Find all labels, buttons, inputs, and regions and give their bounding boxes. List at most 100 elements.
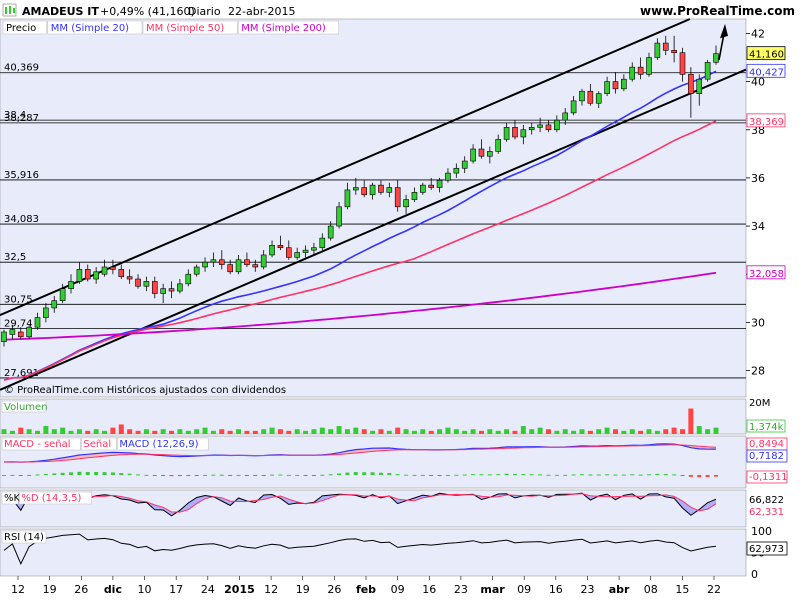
chart-canvas[interactable]: AMADEUS IT +0,49% (41,160) Diario 22-abr… — [0, 0, 800, 600]
rsi-legend-item: RSI (14) — [4, 532, 44, 543]
candle — [185, 273, 192, 285]
volume-bar — [210, 430, 216, 434]
legend-item-0: Precio — [6, 23, 36, 34]
macd-histogram-bar — [395, 474, 400, 476]
volume-bar — [487, 429, 493, 434]
macd-histogram-bar — [52, 473, 57, 475]
volume-bar — [43, 426, 49, 434]
macd-histogram-bar — [663, 474, 668, 476]
volume-bar — [60, 427, 66, 434]
macd-histogram-bar — [303, 475, 308, 476]
stochastic-legend-item: %K — [4, 493, 21, 504]
volume-bar — [671, 427, 677, 434]
horizontal-level-label: 40,369 — [4, 63, 39, 74]
macd-histogram-bar — [286, 474, 291, 476]
price-axis-tick-label: 28 — [751, 365, 765, 378]
macd-histogram-bar — [479, 474, 484, 476]
volume-bar — [688, 408, 694, 434]
stochastic-badge-label: 62,331 — [749, 507, 784, 518]
volume-bar — [85, 430, 91, 434]
candle — [168, 288, 175, 292]
volume-bar — [294, 429, 300, 434]
candle — [386, 187, 393, 193]
volume-bar — [512, 430, 518, 434]
candle — [235, 259, 242, 273]
candle — [445, 172, 451, 181]
macd-histogram-bar — [596, 474, 601, 476]
candle — [43, 307, 49, 318]
macd-histogram-bar — [43, 473, 48, 475]
candle — [662, 42, 669, 51]
macd-histogram-bar — [529, 474, 534, 476]
macd-histogram-bar — [236, 474, 241, 476]
horizontal-level-label: 38,287 — [4, 113, 39, 124]
stochastic-badge-label: 66,822 — [749, 495, 784, 506]
volume-bar — [110, 427, 116, 434]
volume-bar — [328, 429, 334, 434]
macd-histogram-bar — [270, 474, 275, 476]
macd-histogram-bar — [714, 475, 718, 477]
candle — [143, 281, 150, 287]
volume-bar — [252, 430, 258, 434]
chart-date: 22-abr-2015 — [228, 5, 295, 18]
volume-bar — [453, 429, 459, 434]
volume-bar — [353, 427, 359, 434]
candle — [595, 93, 602, 104]
volume-bar — [386, 430, 392, 434]
rsi-panel[interactable] — [0, 528, 747, 577]
macd-histogram-bar — [219, 474, 224, 476]
macd-histogram-bar — [27, 474, 32, 476]
volume-bar — [663, 429, 669, 434]
candle — [671, 49, 677, 54]
price-change: +0,49% (41,160) — [100, 5, 195, 18]
candle — [135, 278, 141, 287]
macd-histogram-bar — [437, 475, 442, 476]
candle — [294, 252, 300, 258]
rsi-axis-tick-label: 100 — [751, 525, 772, 538]
volume-bar — [529, 429, 535, 434]
volume-bar — [378, 429, 384, 434]
candle — [453, 167, 460, 174]
x-axis-tick-label: 26 — [327, 583, 341, 596]
macd-histogram-bar — [621, 474, 626, 476]
volume-bar — [202, 427, 208, 434]
macd-histogram-bar — [94, 472, 99, 475]
candle — [210, 259, 217, 263]
candle — [68, 281, 74, 289]
volume-bar — [319, 427, 325, 434]
macd-histogram-bar — [35, 474, 40, 476]
horizontal-level-label: 35,916 — [4, 170, 39, 181]
candle — [26, 326, 32, 338]
candle — [378, 184, 384, 193]
volume-bar — [537, 427, 543, 434]
candle — [637, 66, 644, 75]
candle — [319, 237, 326, 249]
volume-bar — [194, 429, 200, 434]
volume-bar — [35, 430, 41, 434]
volume-bar — [169, 430, 175, 434]
macd-histogram-bar — [588, 474, 593, 476]
macd-histogram-bar — [85, 471, 90, 475]
candle — [612, 81, 619, 90]
indicator-legend: Precio MM (Simple 20) MM (Simple 50) MM (Si… — [2, 20, 339, 35]
macd-histogram-bar — [161, 475, 166, 476]
macd-histogram-bar — [646, 474, 651, 476]
macd-histogram-bar — [119, 473, 124, 475]
candle — [478, 148, 485, 157]
stochastic-legend-item: %D (14,3,5) — [21, 493, 81, 504]
volume-label: Volumen — [4, 402, 48, 413]
volume-bar — [344, 429, 350, 434]
candle — [1, 331, 7, 342]
volume-bar — [227, 430, 233, 434]
legend-item-1: MM (Simple 20) — [51, 23, 129, 34]
macd-histogram-bar — [194, 475, 199, 476]
volume-bar — [705, 429, 711, 434]
volume-axis-tick-label: 20M — [749, 398, 770, 409]
x-axis-tick-label: 19 — [43, 583, 57, 596]
macd-histogram-bar — [462, 474, 467, 476]
candle — [562, 112, 569, 121]
volume-bar — [654, 430, 660, 434]
legend-item-2: MM (Simple 50) — [146, 23, 224, 34]
volume-bar — [579, 429, 585, 434]
candle — [269, 245, 275, 256]
